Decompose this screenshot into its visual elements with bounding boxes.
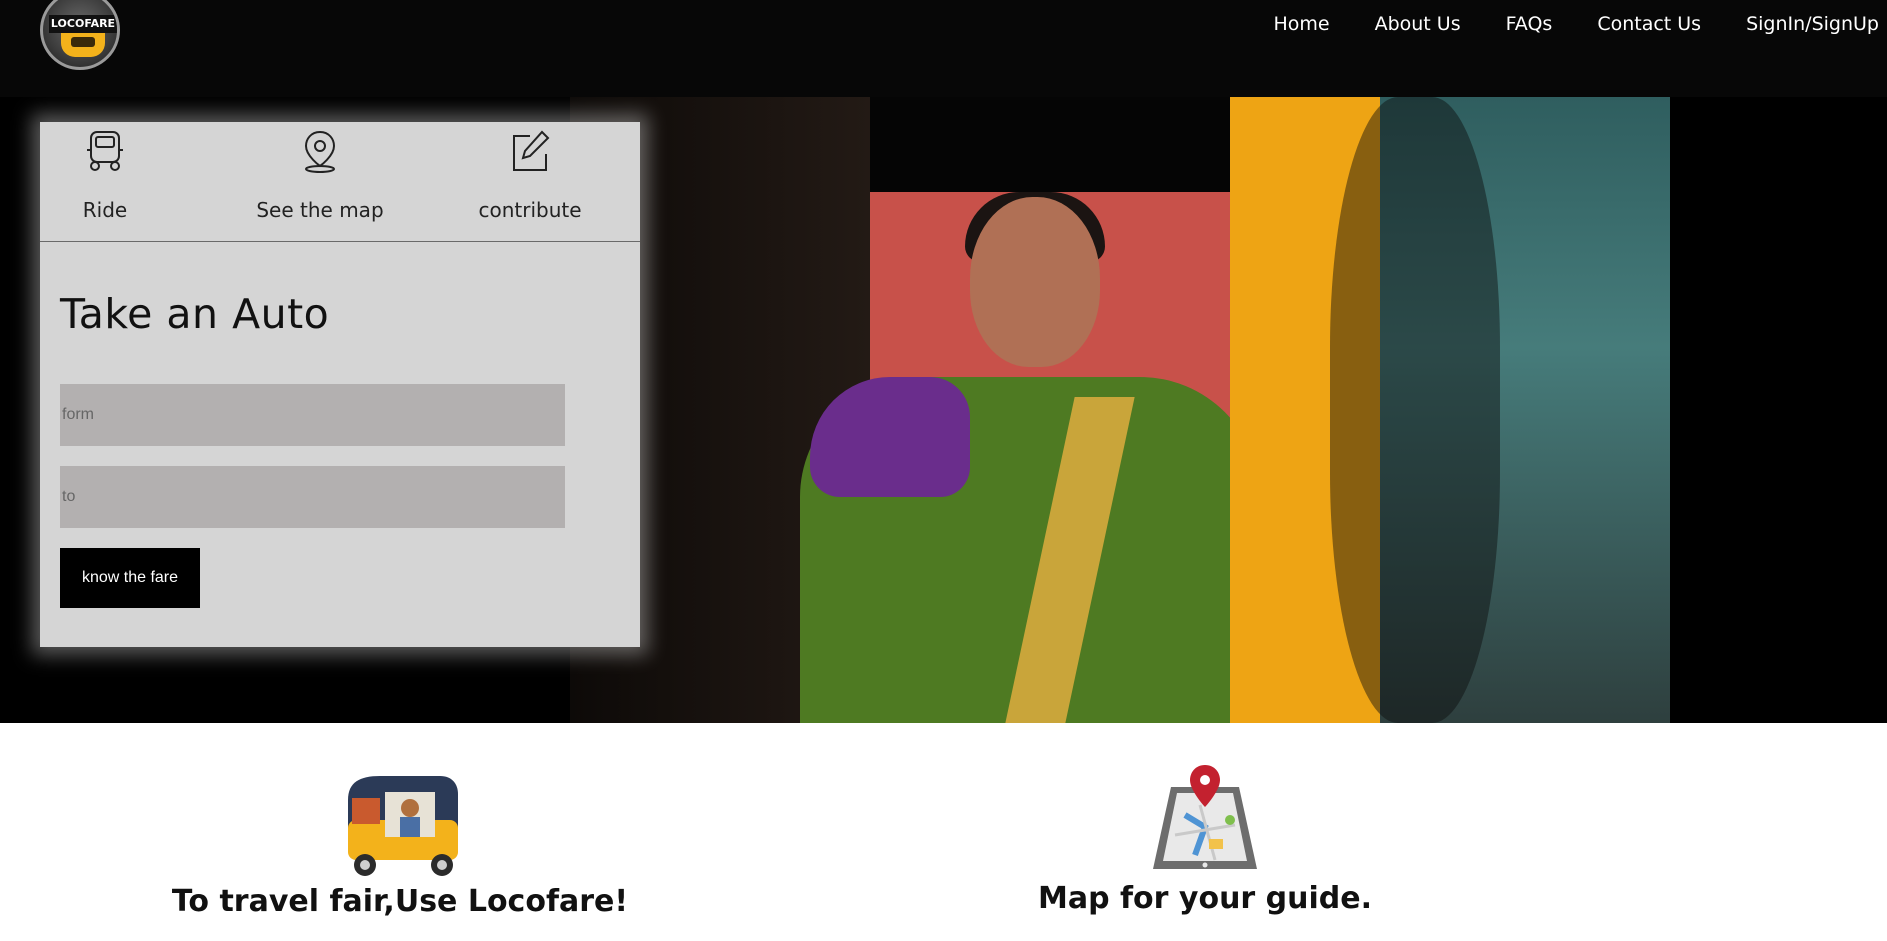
tab-ride-label: Ride bbox=[82, 198, 128, 222]
to-input[interactable] bbox=[60, 466, 565, 528]
nav-about-link[interactable]: About Us bbox=[1375, 12, 1461, 36]
auto-rickshaw-icon bbox=[87, 131, 123, 171]
tab-see-the-map-label: See the map bbox=[256, 198, 384, 222]
edit-icon bbox=[513, 130, 550, 171]
tab-see-the-map[interactable]: See the map bbox=[240, 122, 400, 242]
hero-photo bbox=[570, 97, 1670, 723]
feature-travel-fair-title: To travel fair,Use Locofare! bbox=[171, 884, 629, 919]
tab-contribute[interactable]: contribute bbox=[460, 122, 600, 242]
nav-contact-link[interactable]: Contact Us bbox=[1597, 12, 1701, 36]
logo-wordmark: LOCOFARE bbox=[49, 15, 117, 33]
mode-tabs: Ride See the map contribute bbox=[40, 122, 640, 242]
from-input[interactable] bbox=[60, 384, 565, 446]
map-pin-icon bbox=[304, 130, 336, 173]
know-the-fare-button[interactable]: know the fare bbox=[60, 548, 200, 608]
feature-map-guide-title: Map for your guide. bbox=[1037, 881, 1372, 916]
form-title: Take an Auto bbox=[60, 290, 330, 338]
nav-faqs-link[interactable]: FAQs bbox=[1506, 12, 1553, 36]
auto-rickshaw-driver-illustration bbox=[348, 776, 458, 876]
top-navbar: LOCOFARE Home About Us FAQs Contact Us S… bbox=[0, 0, 1887, 97]
tab-ride[interactable]: Ride bbox=[60, 122, 150, 242]
nav-signin-link[interactable]: SignIn/SignUp bbox=[1746, 12, 1879, 36]
fare-form-card: Ride See the map contribute Take an Auto bbox=[40, 122, 640, 647]
feature-map-guide: Map for your guide. bbox=[1000, 765, 1410, 916]
nav-links: Home About Us FAQs Contact Us SignIn/Sig… bbox=[1228, 12, 1879, 36]
feature-travel-fair: To travel fair,Use Locofare! bbox=[150, 770, 650, 919]
tab-contribute-label: contribute bbox=[478, 198, 582, 222]
nav-home-link[interactable]: Home bbox=[1273, 12, 1329, 36]
map-tablet-illustration bbox=[1153, 765, 1257, 869]
locofare-logo[interactable]: LOCOFARE bbox=[40, 0, 120, 70]
hero-section: Ride See the map contribute Take an Auto bbox=[0, 97, 1887, 723]
